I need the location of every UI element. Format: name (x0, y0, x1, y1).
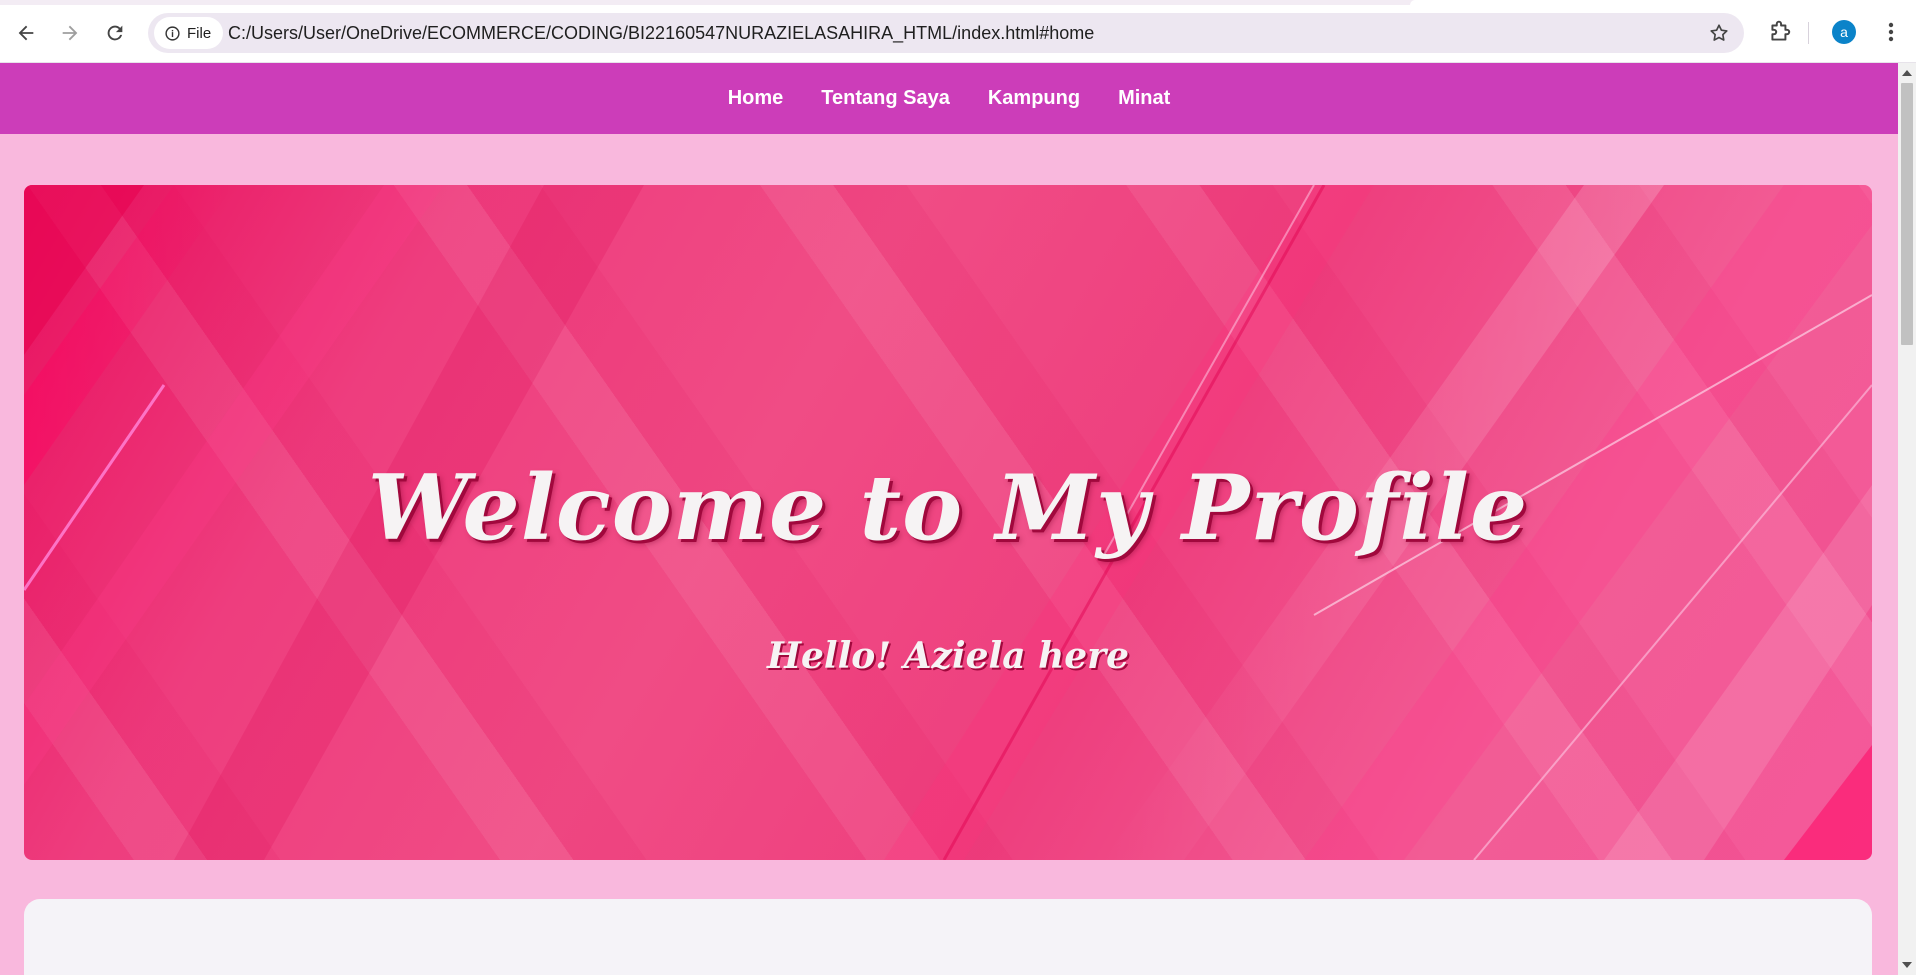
scroll-up-button[interactable] (1898, 65, 1916, 81)
hero-subtitle: Hello! Aziela here (766, 635, 1130, 677)
scrollbar-thumb[interactable] (1901, 83, 1913, 345)
toolbar-divider (1808, 22, 1809, 44)
scroll-down-button[interactable] (1898, 957, 1916, 973)
nav-link-minat[interactable]: Minat (1118, 87, 1170, 110)
scroll-up-arrow-icon (1902, 70, 1912, 76)
info-icon (165, 25, 180, 41)
site-chip-label: File (187, 24, 212, 42)
extensions-puzzle-icon[interactable] (1767, 19, 1793, 45)
page-viewport: Home Tentang Saya Kampung Minat Welcome … (0, 63, 1898, 975)
nav-link-tentang-saya[interactable]: Tentang Saya (821, 87, 950, 110)
url-text[interactable]: C:/Users/User/OneDrive/ECOMMERCE/CODING/… (228, 13, 1094, 53)
nav-link-home[interactable]: Home (728, 87, 784, 110)
hero-banner: Welcome to My Profile Hello! Aziela here (24, 185, 1872, 860)
active-tab-edge (1410, 0, 1916, 5)
forward-button[interactable] (50, 13, 90, 53)
browser-toolbar: File C:/Users/User/OneDrive/ECOMMERCE/CO… (0, 0, 1916, 63)
reload-icon (107, 25, 123, 41)
bookmark-star-icon[interactable] (1708, 22, 1730, 44)
scroll-down-arrow-icon (1902, 962, 1912, 968)
address-bar[interactable]: File C:/Users/User/OneDrive/ECOMMERCE/CO… (148, 13, 1744, 53)
kebab-menu-icon[interactable] (1880, 19, 1902, 45)
profile-avatar[interactable]: a (1832, 20, 1856, 44)
hero-title: Welcome to My Profile (367, 455, 1529, 561)
forward-arrow-icon (62, 25, 78, 41)
tab-strip (0, 0, 1916, 5)
nav-link-kampung[interactable]: Kampung (988, 87, 1080, 110)
back-arrow-icon (18, 25, 34, 41)
site-info-chip[interactable]: File (154, 17, 224, 49)
content-card (24, 899, 1872, 975)
site-navbar: Home Tentang Saya Kampung Minat (0, 63, 1898, 134)
back-button[interactable] (6, 13, 46, 53)
reload-button[interactable] (95, 13, 135, 53)
page-scrollbar[interactable] (1898, 63, 1916, 975)
